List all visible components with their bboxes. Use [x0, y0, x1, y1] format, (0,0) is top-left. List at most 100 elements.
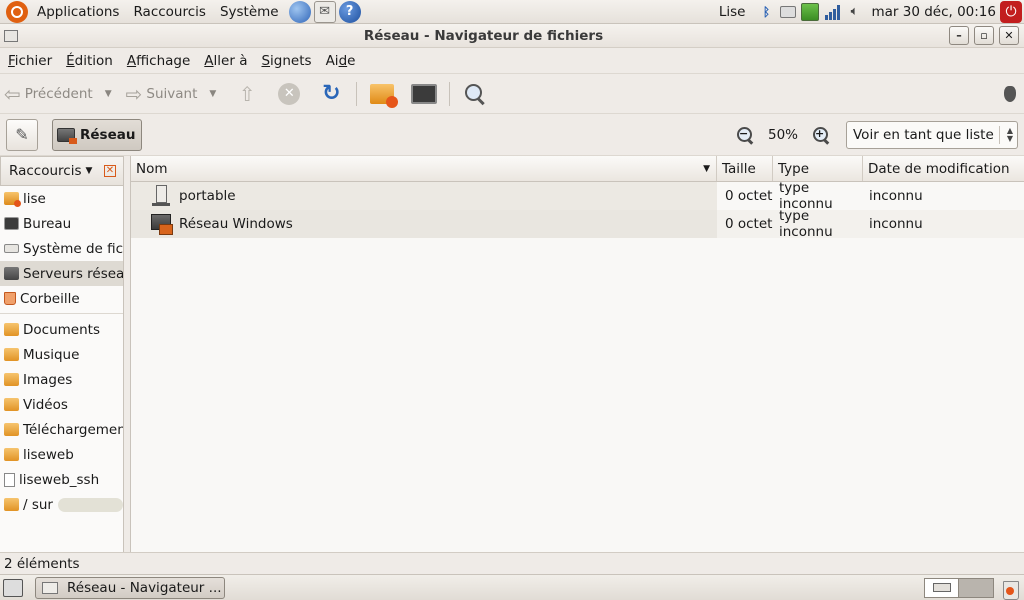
sort-descending-icon: ▼ — [703, 163, 710, 174]
sidebar-item-label: lise — [23, 190, 46, 207]
system-menu[interactable]: Système — [213, 0, 286, 24]
breadcrumb-network[interactable]: Réseau — [52, 118, 143, 151]
folder-icon — [4, 423, 19, 436]
sidebar-item[interactable]: Système de fichiers — [0, 236, 123, 261]
back-label: Précédent — [24, 85, 93, 102]
network-signal-icon[interactable] — [823, 2, 841, 22]
sidebar-item-label: Téléchargements — [23, 421, 123, 438]
back-arrow-icon: ⇦ — [4, 81, 21, 106]
hard-disk-icon — [4, 244, 19, 253]
mail-icon[interactable]: ✉ — [313, 0, 336, 23]
clock[interactable]: mar 30 déc, 00:16 — [865, 4, 1000, 20]
battery-icon[interactable] — [801, 2, 820, 22]
view-menu[interactable]: Affichage — [119, 48, 196, 74]
sidebar-type-select[interactable]: Raccourcis ▼ — [1, 163, 104, 179]
sidebar: lise Bureau Système de fichiers Serveurs ré… — [0, 186, 124, 552]
sidebar-item[interactable]: Bureau — [0, 211, 123, 236]
sidebar-item[interactable]: lise — [0, 186, 123, 211]
workspace-2[interactable] — [959, 578, 993, 597]
workspace-switcher[interactable] — [924, 577, 994, 598]
list-header: Nom ▼ Taille Type Date de modification — [131, 156, 1024, 182]
folder-icon — [4, 348, 19, 361]
top-panel: Applications Raccourcis Système ✉ ? Lise… — [0, 0, 1024, 24]
cell-type: type inconnu — [779, 208, 833, 240]
minimize-button[interactable]: – — [949, 26, 969, 45]
sidebar-item[interactable]: Corbeille — [0, 286, 123, 311]
column-name-header[interactable]: Nom ▼ — [131, 156, 717, 181]
breadcrumb-label: Réseau — [80, 126, 136, 143]
ubuntu-logo-icon[interactable] — [6, 0, 28, 23]
zoom-out-button[interactable]: − — [734, 124, 756, 146]
edit-menu[interactable]: Édition — [58, 48, 119, 74]
user-name[interactable]: Lise — [719, 4, 756, 20]
up-icon[interactable]: ⇧ — [234, 81, 260, 107]
forward-button[interactable]: ⇨ Suivant — [122, 79, 202, 109]
bluetooth-icon[interactable]: ᛒ — [757, 2, 775, 22]
column-type-header[interactable]: Type — [773, 156, 863, 181]
forward-arrow-icon: ⇨ — [125, 81, 143, 106]
column-date-header[interactable]: Date de modification — [863, 156, 1024, 181]
sidebar-item[interactable]: Serveurs réseau — [0, 261, 123, 286]
table-row[interactable]: Réseau Windows 0 octet type inconnu inconnu — [131, 208, 1024, 240]
help-icon[interactable]: ? — [338, 0, 361, 23]
close-sidebar-icon[interactable]: ✕ — [104, 165, 116, 177]
search-button[interactable] — [462, 81, 488, 107]
table-row[interactable]: portable 0 octet type inconnu inconnu — [131, 180, 1024, 212]
mount-name-placeholder — [57, 497, 123, 512]
workspace-1[interactable] — [925, 578, 960, 597]
sidebar-item-label: / sur — [23, 496, 53, 513]
power-icon[interactable]: ⏻ — [1000, 0, 1022, 23]
column-size-header[interactable]: Taille — [717, 156, 773, 181]
forward-history-dropdown[interactable]: ▼ — [209, 89, 216, 99]
bookmarks-menu[interactable]: Signets — [253, 48, 317, 74]
window-title-bar[interactable]: Réseau - Navigateur de fichiers – ▫ ✕ — [0, 24, 1024, 48]
sidebar-item[interactable]: Musique — [0, 342, 123, 367]
taskbar-window-button[interactable]: Réseau - Navigateur ... — [35, 576, 225, 599]
sidebar-item-label: Vidéos — [23, 396, 68, 413]
stop-button[interactable]: ✕ — [276, 81, 302, 107]
forward-label: Suivant — [146, 85, 198, 102]
applications-menu[interactable]: Applications — [30, 0, 126, 24]
show-desktop-icon[interactable] — [3, 578, 23, 597]
status-text: 2 éléments — [4, 555, 80, 572]
sidebar-item[interactable]: liseweb — [0, 442, 123, 467]
sidebar-item[interactable]: / sur — [0, 492, 123, 517]
stop-icon: ✕ — [278, 82, 301, 105]
sidebar-item[interactable]: Téléchargements — [0, 417, 123, 442]
network-servers-icon — [4, 267, 19, 280]
zoom-in-button[interactable]: + — [810, 124, 832, 146]
zoom-out-icon: − — [738, 126, 749, 140]
close-button[interactable]: ✕ — [999, 26, 1019, 45]
sidebar-item-label: Système de fichiers — [23, 240, 123, 257]
folder-icon — [4, 373, 19, 386]
back-button[interactable]: ⇦ Précédent — [0, 79, 97, 109]
shortcuts-menu[interactable]: Raccourcis — [126, 0, 212, 24]
location-toggle-button[interactable]: ✎ — [6, 118, 38, 151]
reload-icon[interactable]: ↻ — [318, 81, 344, 107]
home-folder-icon — [370, 83, 399, 108]
trash-icon[interactable] — [1000, 577, 1020, 600]
help-menu[interactable]: Aide — [318, 48, 362, 74]
view-mode-select[interactable]: Voir en tant que liste ▲ ▼ — [846, 120, 1018, 149]
web-browser-icon[interactable] — [288, 0, 311, 23]
go-menu[interactable]: Aller à — [196, 48, 253, 74]
computer-button[interactable] — [411, 81, 438, 107]
file-menu[interactable]: Fichier — [0, 48, 58, 74]
keyboard-icon[interactable] — [779, 2, 797, 22]
zoom-level[interactable]: 50% — [768, 127, 798, 143]
folder-icon — [4, 448, 19, 461]
maximize-button[interactable]: ▫ — [974, 26, 994, 45]
back-history-dropdown[interactable]: ▼ — [105, 89, 112, 99]
sidebar-item[interactable]: liseweb_ssh — [0, 467, 123, 492]
cell-name: Réseau Windows — [131, 210, 717, 238]
volume-icon[interactable]: 🔈︎ — [845, 2, 863, 22]
sidebar-divider — [0, 313, 123, 314]
home-folder-icon — [4, 192, 21, 207]
sidebar-item[interactable]: Vidéos — [0, 392, 123, 417]
taskbar-window-label: Réseau - Navigateur ... — [67, 579, 222, 596]
sidebar-item[interactable]: Images — [0, 367, 123, 392]
folder-icon — [4, 398, 19, 411]
home-button[interactable] — [369, 81, 399, 108]
sidebar-item[interactable]: Documents — [0, 317, 123, 342]
window-menu-icon[interactable] — [4, 29, 18, 42]
